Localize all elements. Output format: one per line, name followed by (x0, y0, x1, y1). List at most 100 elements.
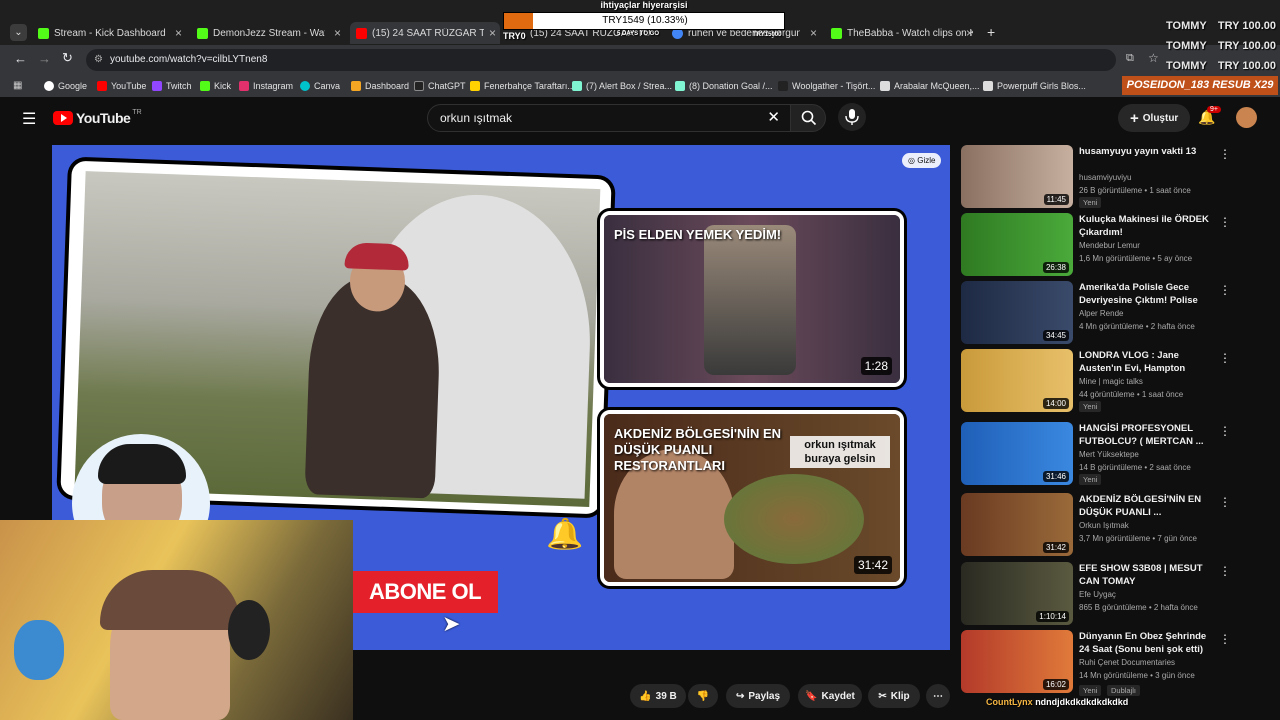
dislike-button[interactable]: 👎 (688, 684, 718, 708)
url-input[interactable]: ⚙ youtube.com/watch?v=cilbLYTnen8 (86, 49, 1116, 71)
twitch-icon (152, 81, 162, 91)
top-donor-row: TOMMY TRY 100.00 (1166, 60, 1276, 74)
apps-grid-icon[interactable]: ▦ (13, 80, 22, 91)
bookmark-label: YouTube (111, 81, 147, 91)
install-app-icon[interactable]: ⧉ (1126, 52, 1134, 65)
clear-search-icon[interactable]: ✕ (767, 105, 780, 131)
subscribe-overlay-button[interactable]: ABONE OL (352, 571, 498, 613)
recommendation-item[interactable]: 16:02 Dünyanın En Obez Şehrinde 24 Saat … (961, 630, 1261, 702)
tab-close-icon[interactable]: × (334, 26, 341, 40)
video-meta: 14 Mn görüntüleme • 3 gün önce (1079, 671, 1195, 680)
youtube-logo[interactable]: YouTube TR (53, 109, 142, 126)
create-button[interactable]: + Oluştur (1118, 104, 1191, 132)
card-duration: 31:42 (853, 556, 892, 574)
bookmark-kick[interactable]: Kick (200, 79, 231, 93)
bookmark-label: Arabalar McQueen,... (894, 81, 980, 91)
new-tab-plus-icon[interactable]: + (987, 24, 995, 40)
bookmark-canva[interactable]: Canva (300, 79, 340, 93)
video-title: Dünyanın En Obez Şehrinde 24 Saat (Sonu … (1079, 631, 1207, 655)
bookmark-dashboard[interactable]: Dashboard (351, 79, 409, 93)
more-vert-icon[interactable]: ⋮ (1219, 283, 1231, 297)
facecam-hair-shape (98, 444, 186, 484)
more-vert-icon[interactable]: ⋮ (1219, 424, 1231, 438)
tab-search-chevron-icon[interactable]: ⌄ (10, 24, 27, 41)
chat-message: CountLynx ndndjdkdkdkdkdkdkd (986, 697, 1128, 707)
video-title: Amerika'da Polisle Gece Devriyesine Çıkt… (1079, 282, 1198, 306)
bookmark-fenerbahce[interactable]: Fenerbahçe Taraftarı... (470, 79, 575, 93)
more-vert-icon[interactable]: ⋮ (1219, 351, 1231, 365)
bookmark-label: Woolgather - Tişört... (792, 81, 876, 91)
bookmark-twitch[interactable]: Twitch (152, 79, 192, 93)
forward-arrow-icon[interactable]: → (38, 51, 51, 66)
bookmark-donation-goal[interactable]: (8) Donation Goal /... (675, 79, 773, 93)
recommendation-item[interactable]: 1:10:14 EFE SHOW S3B08 | MESUT CAN TOMAY… (961, 562, 1261, 626)
bookmark-chatgpt[interactable]: ChatGPT (414, 79, 466, 93)
tab-thebabba[interactable]: TheBabba - Watch clips on Kick × (831, 22, 973, 44)
save-button[interactable]: 🔖 Kaydet (798, 684, 862, 708)
more-vert-icon[interactable]: ⋮ (1219, 495, 1231, 509)
tab-close-icon[interactable]: × (810, 26, 817, 40)
youtube-favicon-icon (356, 27, 367, 39)
recommendation-item[interactable]: 31:42 AKDENİZ BÖLGESİ'NİN EN DÜŞÜK PUANL… (961, 493, 1261, 557)
share-button[interactable]: ↪ Paylaş (726, 684, 790, 708)
video-duration: 16:02 (1042, 679, 1069, 690)
bookmark-instagram[interactable]: Instagram (239, 79, 293, 93)
endscreen-video-card-1[interactable]: PİS ELDEN YEMEK YEDİM! 1:28 (600, 211, 904, 387)
recommendation-item[interactable]: 26:38 Kuluçka Makinesi ile ÖRDEK Çıkardı… (961, 213, 1261, 277)
bookmark-arabalar[interactable]: Arabalar McQueen,... (880, 79, 980, 93)
tab-kick-dashboard[interactable]: Stream - Kick Dashboard × (38, 22, 182, 44)
video-meta: 14 B görüntüleme • 2 saat önce (1079, 463, 1191, 472)
like-button[interactable]: 👍 39 B (630, 684, 686, 708)
tab-close-icon[interactable]: × (489, 26, 496, 40)
dubbed-badge: Dublajlı (1107, 685, 1141, 696)
more-vert-icon[interactable]: ⋮ (1219, 147, 1231, 161)
search-button[interactable] (790, 104, 826, 132)
instagram-icon (239, 81, 249, 91)
more-vert-icon[interactable]: ⋮ (1219, 564, 1231, 578)
more-vert-icon[interactable]: ⋮ (1219, 215, 1231, 229)
back-arrow-icon[interactable]: ← (14, 51, 27, 66)
microphone-icon (845, 109, 859, 125)
search-input[interactable]: orkun ışıtmak ✕ (427, 104, 791, 132)
bookmark-alert-box[interactable]: (7) Alert Box / Strea... (572, 79, 672, 93)
channel-name: husamviyuviyu (1079, 173, 1132, 182)
bookmarks-bar: ▦ Google YouTube Twitch Kick Instagram C… (0, 75, 1280, 97)
bookmark-powerpuff[interactable]: Powerpuff Girls Blos... (983, 79, 1086, 93)
eye-off-icon: ◎ (908, 156, 915, 165)
save-label: Kaydet (821, 690, 855, 702)
more-actions-button[interactable]: ⋯ (926, 684, 950, 708)
donation-progress-bar: TRY1549 (10.33%) (503, 12, 785, 30)
streamer-webcam (0, 520, 353, 720)
thumbs-up-icon: 👍 (639, 690, 652, 702)
hide-cards-button[interactable]: ◎ Gizle (902, 153, 942, 168)
recommendation-item[interactable]: 31:46 HANGİSİ PROFESYONEL FUTBOLCU? ( ME… (961, 422, 1261, 486)
avatar[interactable] (1236, 107, 1257, 128)
recommendation-item[interactable]: 11:45 husamyuyu yayın vakti 13 husamviyu… (961, 145, 1261, 209)
channel-name: Mendebur Lemur (1079, 241, 1140, 250)
recommendation-item[interactable]: 34:45 Amerika'da Polisle Gece Devriyesin… (961, 281, 1261, 345)
bookmark-woolgather[interactable]: Woolgather - Tişört... (778, 79, 875, 93)
tab-youtube-active[interactable]: (15) 24 SAAT RÜZGAR TÜRBİNİ × (350, 22, 500, 44)
site-info-icon[interactable]: ⚙ (94, 49, 103, 71)
bookmark-label: ChatGPT (428, 81, 466, 91)
more-vert-icon[interactable]: ⋮ (1219, 632, 1231, 646)
channel-name: Efe Uygaç (1079, 590, 1116, 599)
new-badge: Yeni (1079, 685, 1102, 696)
recommendation-item[interactable]: 14:00 LONDRA VLOG : Jane Austen'ın Evi, … (961, 349, 1261, 413)
hamburger-menu-icon[interactable]: ☰ (22, 109, 36, 129)
reload-icon[interactable]: ↻ (62, 50, 73, 66)
tab-close-icon[interactable]: × (175, 26, 182, 40)
video-title: HANGİSİ PROFESYONEL FUTBOLCU? ( MERTCAN … (1079, 423, 1204, 447)
endscreen-video-card-2[interactable]: AKDENİZ BÖLGESİ'NİN EN DÜŞÜK PUANLI REST… (600, 410, 904, 586)
tab-close-icon[interactable]: × (966, 26, 973, 40)
bookmark-label: Powerpuff Girls Blos... (997, 81, 1086, 91)
bookmark-google[interactable]: Google (44, 79, 87, 93)
tab-demonjezz[interactable]: DemonJezz Stream - Watch Live × (197, 22, 341, 44)
clip-button[interactable]: ✂ Klip (868, 684, 920, 708)
video-thumbnail: 11:45 (961, 145, 1073, 208)
bookmark-youtube[interactable]: YouTube (97, 79, 146, 93)
bookmark-label: Dashboard (365, 81, 410, 91)
voice-search-button[interactable] (838, 103, 866, 131)
bookmark-star-icon[interactable]: ☆ (1148, 51, 1159, 65)
video-title: LONDRA VLOG : Jane Austen'ın Evi, Hampto… (1079, 350, 1186, 374)
